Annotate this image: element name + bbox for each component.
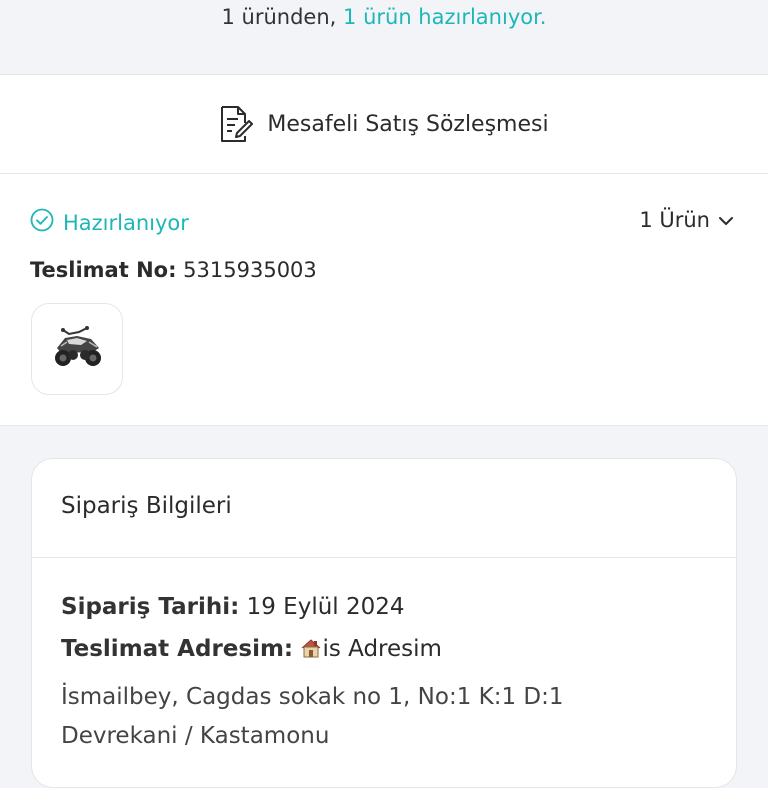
- check-circle-icon: [30, 208, 54, 237]
- chevron-down-icon: [718, 208, 734, 232]
- order-info-title: Sipariş Bilgileri: [32, 459, 736, 558]
- shipment-card: Hazırlanıyor 1 Ürün Teslimat No: 5315935…: [0, 174, 768, 426]
- address-line-2: Devrekani / Kastamonu: [61, 723, 330, 749]
- delivery-number-value: 5315935003: [183, 258, 317, 282]
- address-line-1: İsmailbey, Cagdas sokak no 1, No:1 K:1 D…: [61, 684, 564, 710]
- shipment-items-toggle[interactable]: 1 Ürün: [639, 208, 734, 232]
- order-date-value: 19 Eylül 2024: [246, 594, 405, 620]
- delivery-number: Teslimat No: 5315935003: [30, 258, 317, 282]
- order-date-row: Sipariş Tarihi: 19 Eylül 2024: [61, 594, 736, 636]
- house-icon: [300, 637, 322, 665]
- shipment-status-label: Hazırlanıyor: [63, 210, 189, 235]
- status-banner-prefix: 1 üründen,: [221, 5, 337, 29]
- product-thumbnail[interactable]: [31, 303, 123, 395]
- status-banner-highlight: 1 ürün hazırlanıyor.: [343, 5, 547, 29]
- order-status-banner: 1 üründen, 1 ürün hazırlanıyor.: [0, 0, 768, 74]
- contract-label: Mesafeli Satış Sözleşmesi: [267, 111, 549, 137]
- order-info-card: Sipariş Bilgileri Sipariş Tarihi: 19 Eyl…: [31, 458, 737, 788]
- atv-quad-bike-image: [47, 322, 107, 376]
- distance-sales-contract-link[interactable]: Mesafeli Satış Sözleşmesi: [0, 74, 768, 174]
- shipment-status: Hazırlanıyor: [30, 208, 189, 237]
- order-date-key: Sipariş Tarihi:: [61, 594, 240, 620]
- item-count-label: 1 Ürün: [639, 208, 710, 232]
- delivery-address-key: Teslimat Adresim:: [61, 636, 294, 662]
- document-edit-icon: [219, 105, 254, 143]
- delivery-address-row: Teslimat Adresim: is Adresim: [61, 636, 736, 678]
- delivery-number-key: Teslimat No:: [30, 258, 177, 282]
- delivery-address-name: is Adresim: [322, 636, 442, 662]
